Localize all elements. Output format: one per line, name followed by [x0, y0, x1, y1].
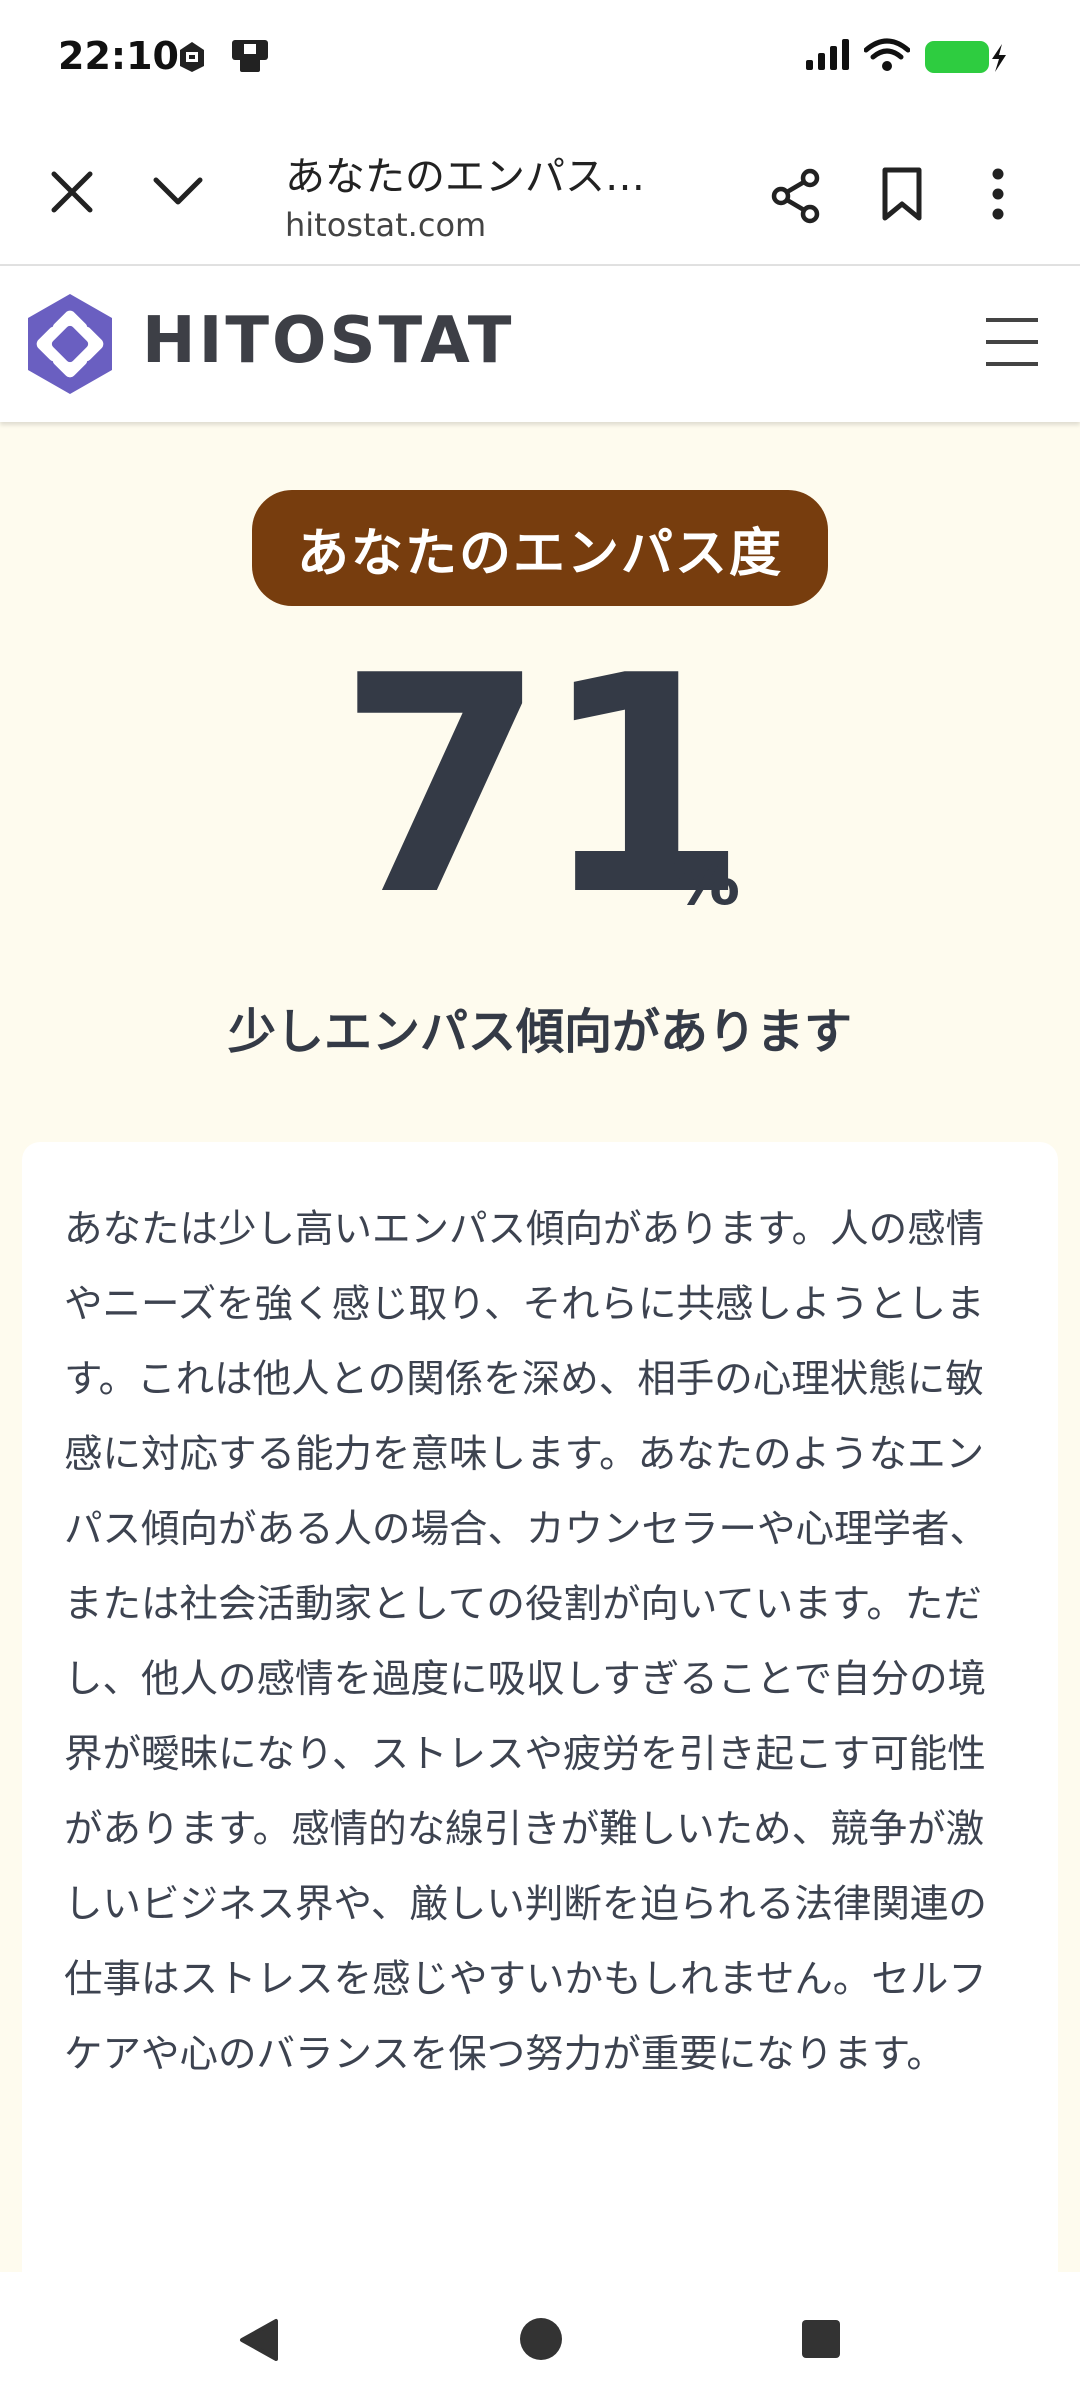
- result-verdict: 少しエンパス傾向があります: [227, 1004, 852, 1060]
- result-heading-badge: あなたのエンパス度: [252, 490, 828, 606]
- score-unit: %: [672, 842, 741, 921]
- chevron-down-icon[interactable]: [152, 176, 204, 210]
- system-navigation-bar: [0, 2272, 1080, 2400]
- notification-app-icon: [174, 40, 210, 78]
- more-options-icon[interactable]: [990, 166, 1006, 226]
- site-header: HITOSTAT: [0, 266, 1080, 422]
- battery-charging-icon: [924, 40, 1008, 78]
- brand-name[interactable]: HITOSTAT: [142, 304, 514, 378]
- back-icon[interactable]: [236, 2318, 280, 2366]
- recent-apps-icon[interactable]: [800, 2318, 842, 2364]
- notification-app-icon-2: [230, 38, 270, 78]
- hamburger-menu-icon[interactable]: [984, 316, 1040, 372]
- signal-icon: [804, 38, 852, 76]
- url-display[interactable]: hitostat.com: [285, 206, 486, 244]
- wifi-icon: [863, 38, 911, 76]
- browser-toolbar: あなたのエンパス… hitostat.com: [0, 118, 1080, 266]
- status-time: 22:10: [58, 34, 179, 78]
- home-icon[interactable]: [518, 2316, 564, 2366]
- close-icon[interactable]: [50, 170, 94, 218]
- result-section: あなたのエンパス度 71 % 少しエンパス傾向があります あなたは少し高いエンパ…: [0, 422, 1080, 2342]
- description-card: あなたは少し高いエンパス傾向があります。人の感情やニーズを強く感じ取り、それらに…: [22, 1142, 1058, 2342]
- tab-title[interactable]: あなたのエンパス…: [285, 144, 685, 202]
- bookmark-icon[interactable]: [880, 166, 924, 226]
- status-bar: 22:10: [0, 0, 1080, 118]
- share-icon[interactable]: [770, 168, 822, 228]
- result-description: あなたは少し高いエンパス傾向があります。人の感情やニーズを強く感じ取り、それらに…: [64, 1207, 989, 2077]
- score-value: 71: [337, 612, 748, 961]
- hitostat-logo-icon[interactable]: [24, 292, 116, 400]
